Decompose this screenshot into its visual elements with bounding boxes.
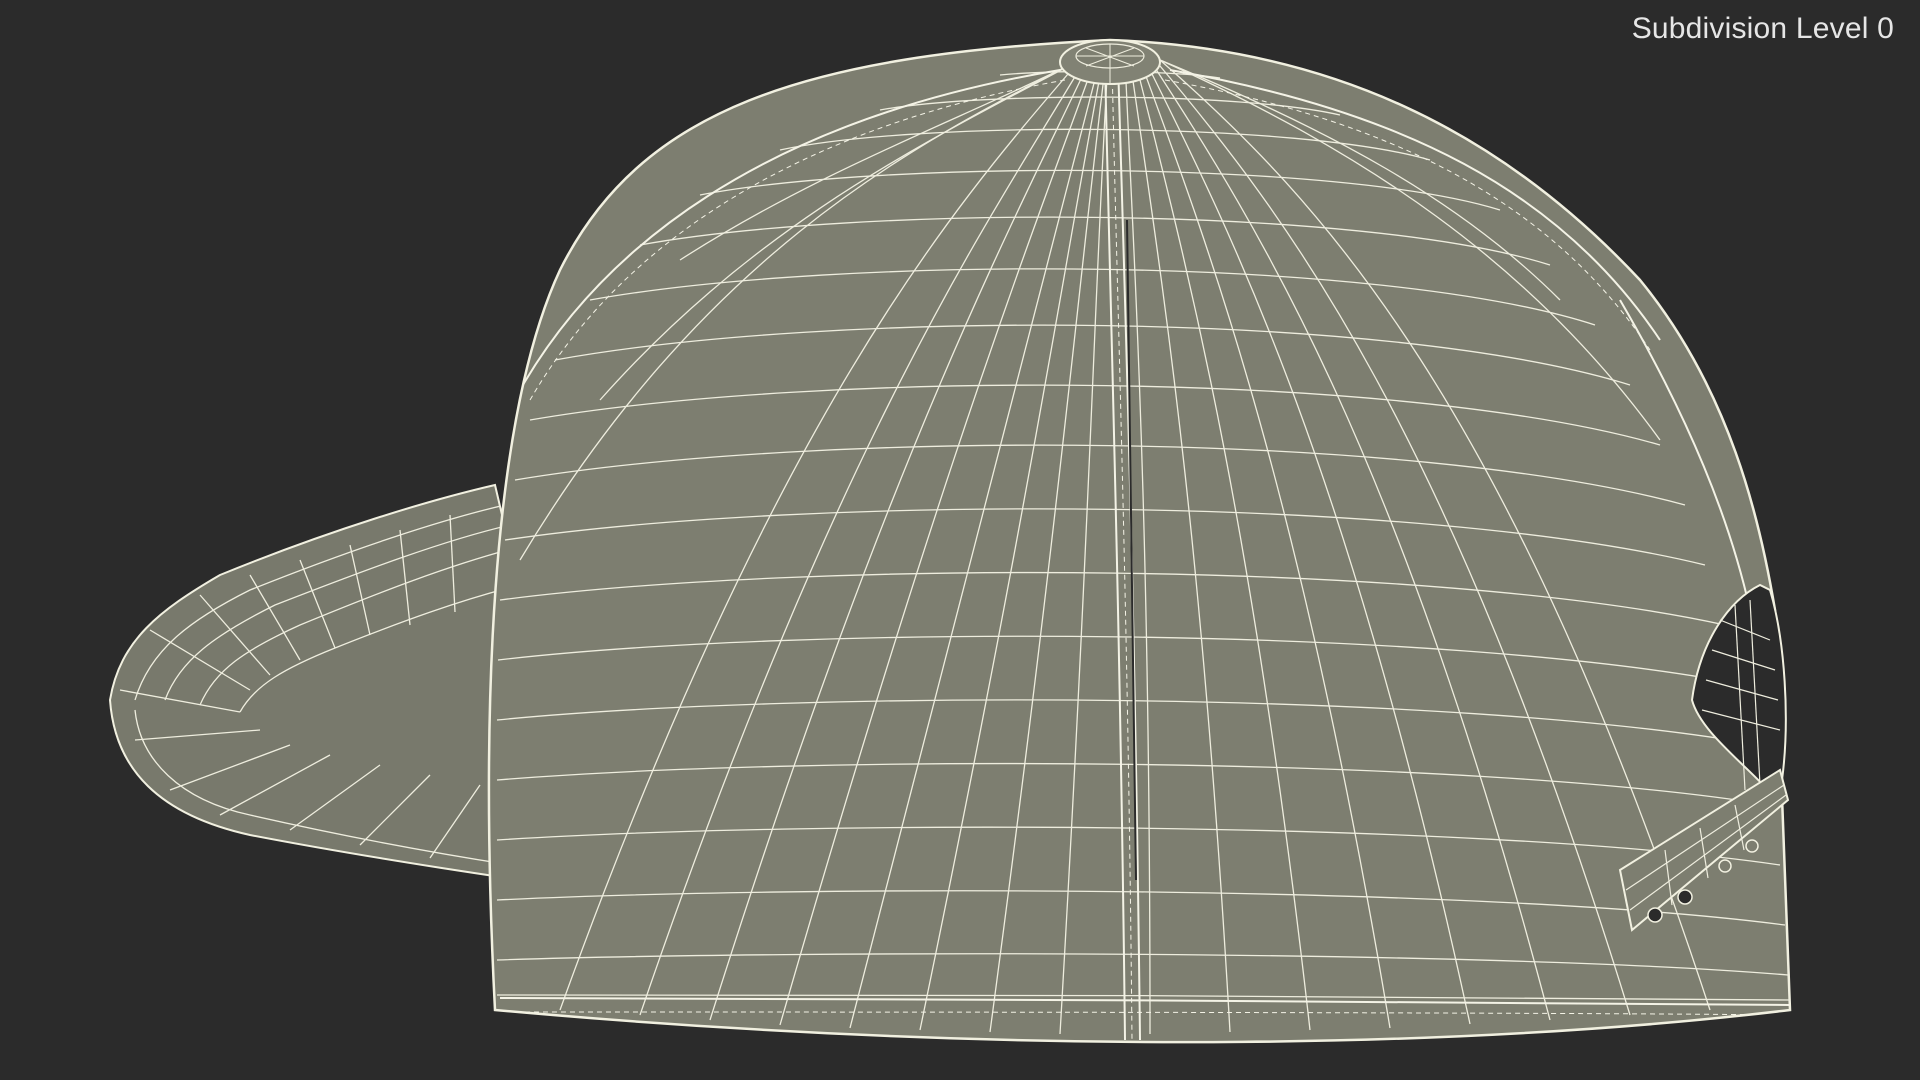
- strap-snap-stud: [1718, 859, 1732, 873]
- subdivision-level-label: Subdivision Level 0: [1631, 12, 1894, 45]
- strap-snap-stud: [1745, 839, 1759, 853]
- cap-wireframe-render: [108, 38, 1792, 1044]
- strap-snap-hole: [1647, 907, 1663, 923]
- cap-top-button: [1059, 39, 1161, 85]
- strap-snap-hole: [1677, 889, 1693, 905]
- render-viewport: Subdivision Level 0: [0, 0, 1920, 1080]
- cap-crown: [487, 38, 1792, 1044]
